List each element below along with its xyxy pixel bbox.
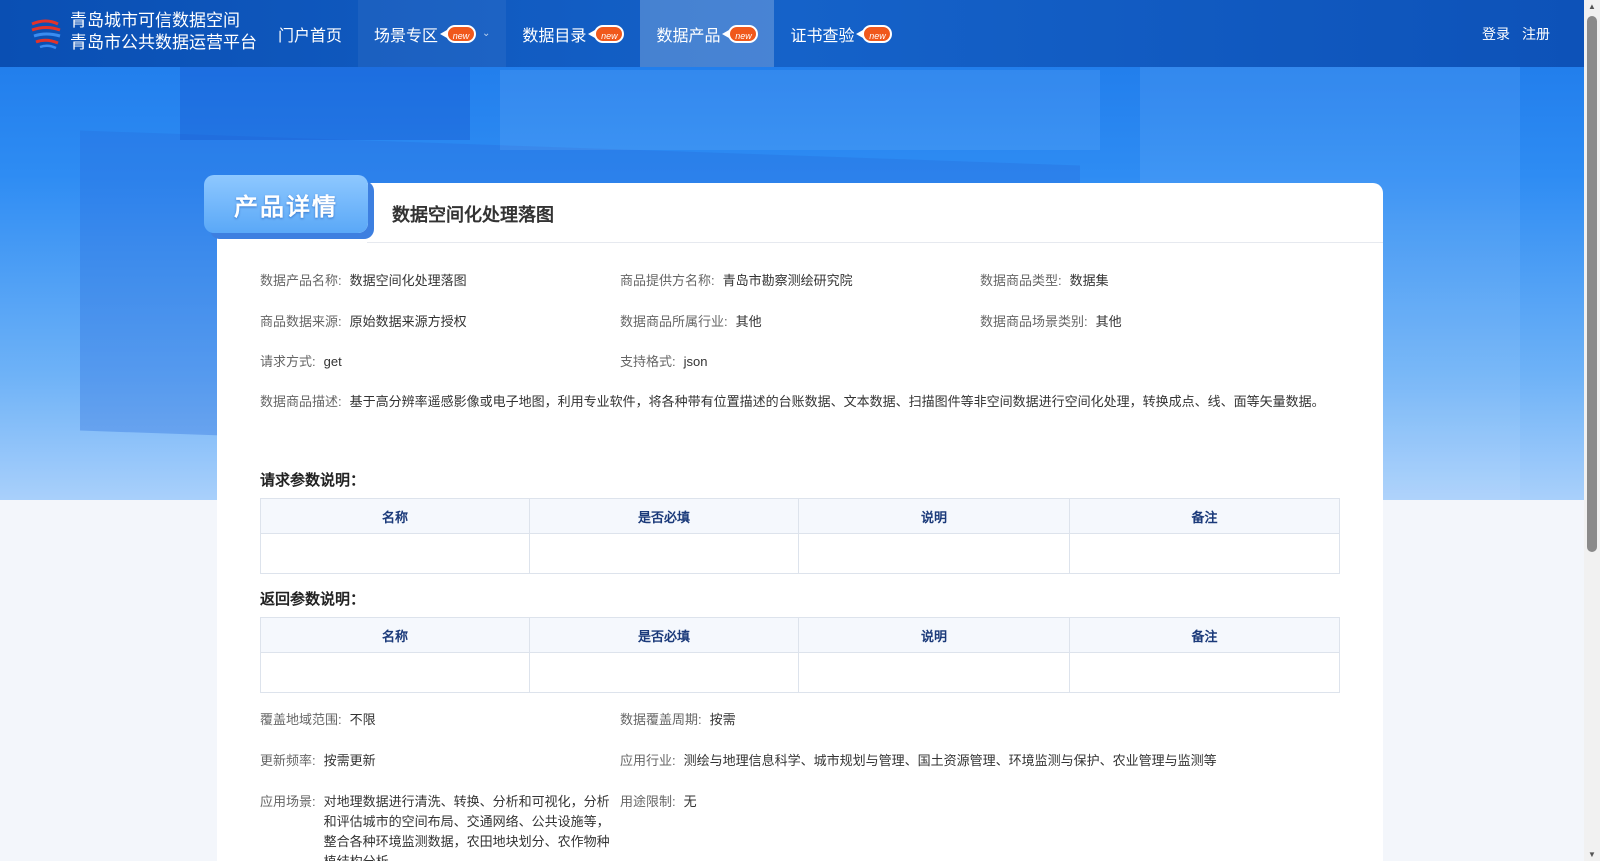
brand-line-2: 青岛市公共数据运营平台 (70, 33, 257, 52)
table-header: 说明 (798, 617, 1070, 653)
field-provider: 商品提供方名称: 青岛市勘察测绘研究院 (620, 273, 853, 288)
nav-item-home[interactable]: 门户首页 (262, 0, 358, 67)
field-request-method: 请求方式: get (260, 354, 342, 369)
detail-section-tag: 产品详情 (204, 175, 368, 233)
login-link[interactable]: 登录 (1482, 24, 1510, 44)
main-nav: 门户首页 场景专区 new ⌄ 数据目录 new 数据产品 new 证书查验 n… (262, 0, 908, 67)
page-scrollbar[interactable]: ▲ ▼ (1584, 0, 1600, 861)
nav-item-products[interactable]: 数据产品 new (640, 0, 775, 67)
nav-item-label: 数据产品 (656, 27, 721, 45)
field-usage-limit: 用途限制: 无 (620, 794, 697, 809)
field-application-scene: 应用场景: 对地理数据进行清洗、转换、分析和可视化，分析和评估城市的空间布局、交通… (260, 794, 610, 861)
request-params-title: 请求参数说明： (260, 472, 366, 489)
field-product-name: 数据产品名称: 数据空间化处理落图 (260, 273, 467, 288)
scrollbar-thumb[interactable] (1587, 16, 1597, 552)
response-params-title: 返回参数说明： (260, 591, 366, 608)
table-header: 名称 (260, 498, 530, 534)
chevron-down-icon: ⌄ (482, 28, 491, 39)
field-source: 商品数据来源: 原始数据来源方授权 (260, 314, 467, 329)
request-params-table: 名称 是否必填 说明 备注 (260, 498, 1340, 574)
field-description: 数据商品描述: 基于高分辨率遥感影像或电子地图，利用专业软件，将各种带有位置描述的… (260, 394, 1325, 409)
brand-title[interactable]: 青岛城市可信数据空间 青岛市公共数据运营平台 (70, 10, 257, 54)
nav-item-scenes[interactable]: 场景专区 new ⌄ (358, 0, 507, 67)
table-header: 说明 (798, 498, 1070, 534)
field-industry: 数据商品所属行业: 其他 (620, 314, 762, 329)
new-badge: new (440, 24, 477, 43)
product-title: 数据空间化处理落图 (392, 205, 554, 225)
table-header: 备注 (1069, 617, 1340, 653)
table-header: 名称 (260, 617, 530, 653)
table-header: 是否必填 (529, 498, 799, 534)
field-scene-type: 数据商品场景类别: 其他 (980, 314, 1122, 329)
field-update-frequency: 更新频率: 按需更新 (260, 753, 376, 768)
divider (367, 242, 1383, 243)
auth-links: 登录 注册 (1482, 24, 1550, 44)
nav-item-label: 门户首页 (278, 27, 343, 45)
nav-item-catalog[interactable]: 数据目录 new (506, 0, 640, 67)
nav-item-certificate[interactable]: 证书查验 new (774, 0, 908, 67)
detail-tag-label: 产品详情 (234, 194, 338, 221)
new-badge: new (722, 24, 759, 43)
field-application-industry: 应用行业: 测绘与地理信息科学、城市规划与管理、国土资源管理、环境监测与保护、农业… (620, 753, 1217, 768)
new-badge: new (588, 24, 625, 43)
response-params-table: 名称 是否必填 说明 备注 (260, 617, 1340, 693)
nav-item-label: 证书查验 (790, 27, 855, 45)
field-coverage-period: 数据覆盖周期: 按需 (620, 712, 736, 727)
field-format: 支持格式: json (620, 354, 708, 369)
brand-line-1: 青岛城市可信数据空间 (70, 11, 240, 30)
table-row (260, 533, 1340, 574)
nav-item-label: 场景专区 (374, 27, 439, 45)
field-type: 数据商品类型: 数据集 (980, 273, 1109, 288)
table-row (260, 652, 1340, 693)
field-coverage-region: 覆盖地域范围: 不限 (260, 712, 376, 727)
scroll-down-arrow-icon[interactable]: ▼ (1587, 850, 1597, 859)
scroll-up-arrow-icon[interactable]: ▲ (1587, 2, 1597, 11)
nav-item-label: 数据目录 (522, 27, 587, 45)
new-badge: new (856, 24, 893, 43)
table-header: 备注 (1069, 498, 1340, 534)
platform-logo-icon (31, 19, 61, 50)
register-link[interactable]: 注册 (1522, 24, 1550, 44)
top-navigation-bar: 青岛城市可信数据空间 青岛市公共数据运营平台 门户首页 场景专区 new ⌄ 数… (0, 0, 1584, 67)
table-header: 是否必填 (529, 617, 799, 653)
